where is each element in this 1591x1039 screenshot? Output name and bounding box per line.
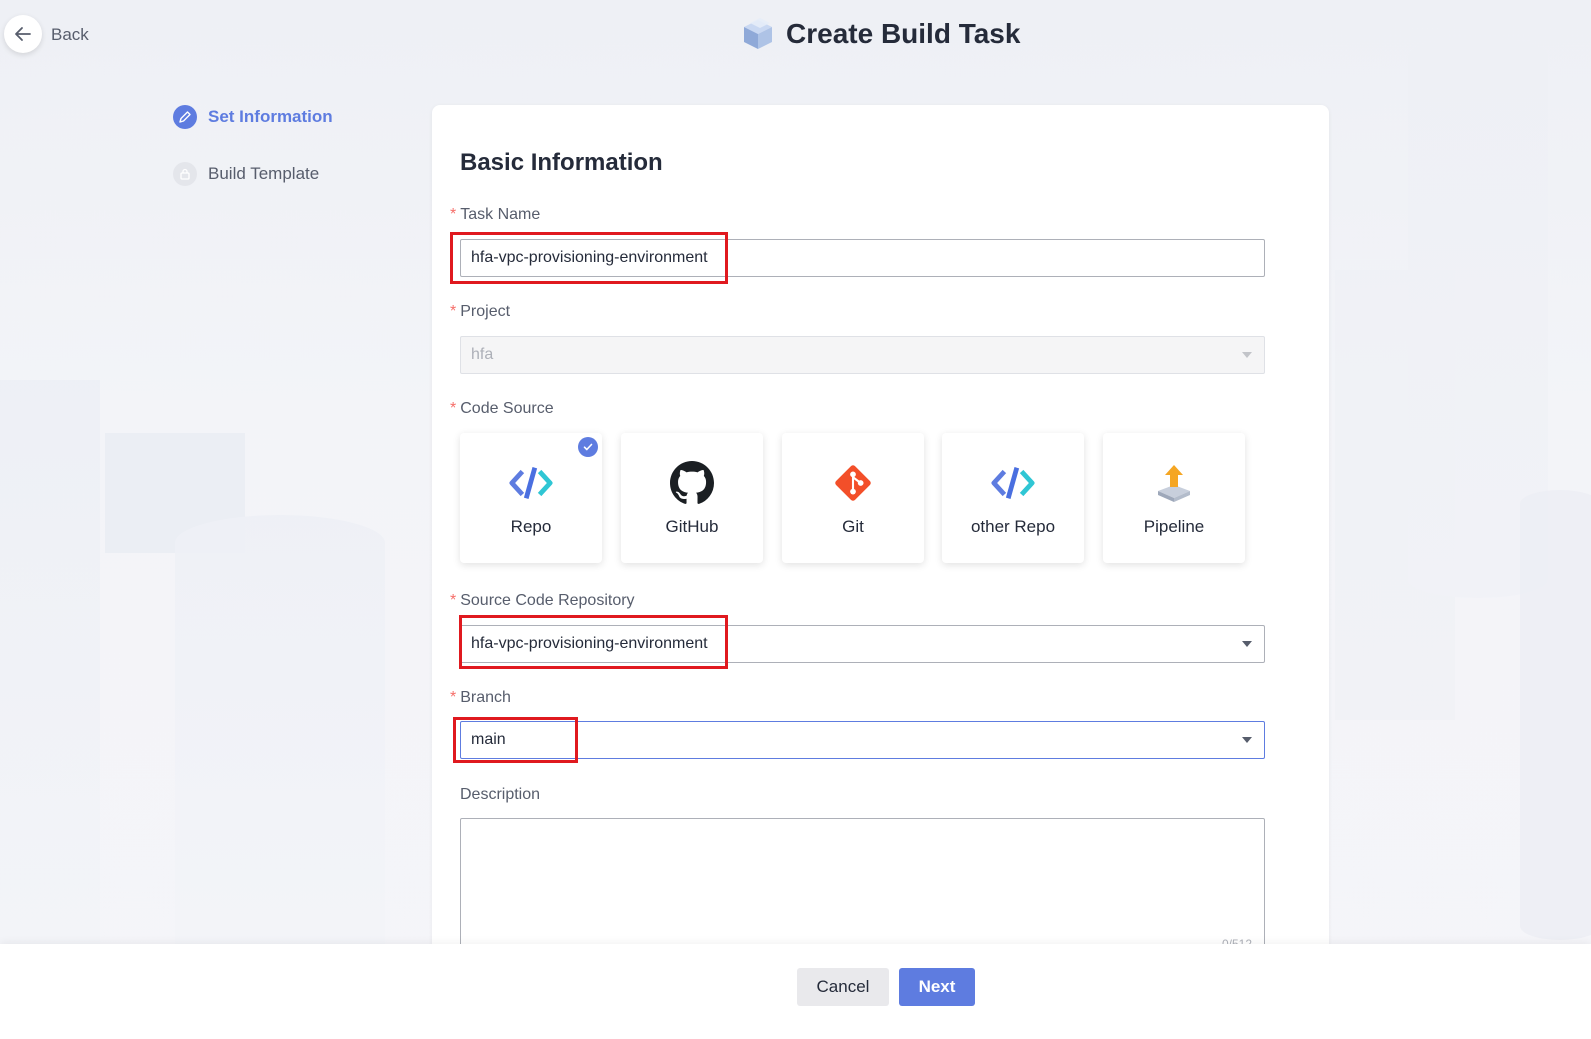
annotation-highlight — [453, 717, 578, 763]
lock-icon — [180, 168, 190, 180]
step-build-template[interactable]: Build Template — [173, 162, 319, 186]
background-decoration — [1335, 270, 1455, 720]
step-label: Set Information — [208, 107, 333, 126]
task-name-label: * Task Name — [450, 206, 541, 223]
source-option-git[interactable]: Git — [782, 433, 924, 563]
required-marker: * — [450, 592, 457, 609]
basic-information-card: Basic Information * Task Name hfa-vpc-pro… — [432, 105, 1329, 1018]
code-source-label: * Code Source — [450, 400, 554, 417]
background-decoration — [0, 380, 100, 980]
source-label: Pipeline — [1143, 517, 1205, 536]
page-title: Create Build Task — [786, 18, 1021, 49]
next-button[interactable]: Next — [899, 968, 975, 1006]
source-option-github[interactable]: GitHub — [621, 433, 763, 563]
source-option-repo[interactable]: Repo — [460, 433, 602, 563]
project-select: hfa — [460, 336, 1265, 374]
background-decoration — [105, 433, 245, 553]
step-circle — [173, 162, 197, 186]
chevron-down-icon — [1242, 641, 1252, 647]
check-icon — [578, 437, 598, 457]
git-icon — [831, 461, 875, 505]
other-repo-icon — [991, 461, 1035, 505]
page-header: Create Build Task — [740, 16, 1020, 52]
project-label: * Project — [450, 303, 511, 320]
back-button[interactable] — [4, 15, 42, 53]
repository-label: * Source Code Repository — [450, 592, 635, 609]
source-label: Git — [842, 517, 864, 536]
source-label: GitHub — [665, 517, 719, 536]
annotation-highlight — [450, 232, 728, 284]
annotation-highlight — [459, 615, 728, 669]
repo-icon — [509, 461, 553, 505]
source-label: Repo — [510, 517, 552, 536]
step-set-information[interactable]: Set Information — [173, 105, 333, 129]
source-option-pipeline[interactable]: Pipeline — [1103, 433, 1245, 563]
pipeline-icon — [1152, 461, 1196, 505]
cancel-button[interactable]: Cancel — [797, 968, 889, 1006]
section-title: Basic Information — [460, 149, 663, 176]
required-marker: * — [450, 400, 457, 417]
branch-label: * Branch — [450, 689, 511, 706]
branch-select[interactable]: main — [460, 721, 1265, 759]
background-decoration — [1520, 490, 1591, 940]
arrow-left-icon — [15, 27, 31, 41]
source-option-other-repo[interactable]: other Repo — [942, 433, 1084, 563]
required-marker: * — [450, 206, 457, 223]
required-marker: * — [450, 689, 457, 706]
required-marker: * — [450, 303, 457, 320]
source-label: other Repo — [970, 517, 1056, 536]
step-circle — [173, 105, 197, 129]
github-icon — [670, 461, 714, 505]
step-label: Build Template — [208, 164, 320, 183]
footer-bar: Cancel Next — [0, 944, 1591, 1039]
back-label[interactable]: Back — [51, 25, 89, 45]
background-decoration — [1408, 38, 1548, 598]
chevron-down-icon — [1242, 352, 1252, 358]
chevron-down-icon — [1242, 737, 1252, 743]
description-label: Description — [460, 786, 541, 803]
build-cube-icon — [744, 18, 772, 49]
edit-pencil-icon — [179, 111, 191, 123]
